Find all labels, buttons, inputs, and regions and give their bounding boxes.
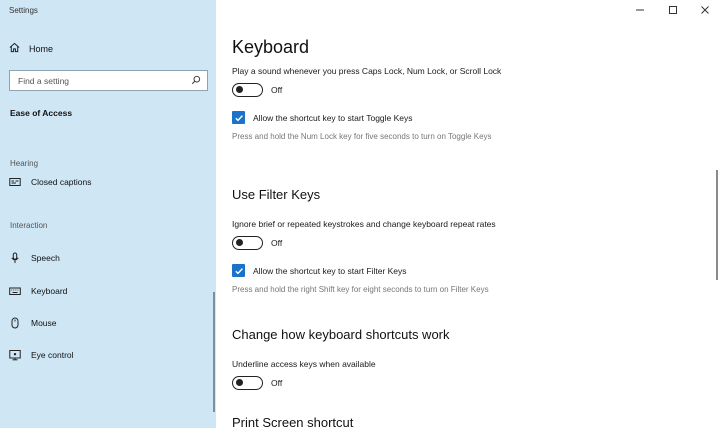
search-input[interactable]: Find a setting [9,70,208,91]
sidebar: Settings Home Find a setting Ease of Acc… [0,0,216,428]
section-title: Ease of Access [10,108,73,118]
checkmark-icon [234,114,243,121]
toggle-knob [236,239,243,247]
filter-keys-description: Ignore brief or repeated keystrokes and … [232,219,496,229]
filter-keys-heading: Use Filter Keys [232,187,321,202]
group-label-interaction: Interaction [10,221,48,230]
app-title: Settings [9,6,38,15]
minimize-icon [635,2,645,20]
search-placeholder: Find a setting [18,75,70,86]
toggle-keys-shortcut-checkbox[interactable]: Allow the shortcut key to start Toggle K… [232,111,413,124]
toggle-state-label: Off [271,85,283,95]
close-button[interactable] [698,5,712,17]
sidebar-scrollbar[interactable] [213,292,215,412]
sidebar-item-label: Mouse [31,318,57,328]
checkbox-checked[interactable] [232,111,245,124]
sidebar-item-label: Home [29,43,54,54]
microphone-icon [9,252,21,264]
toggle-keys-toggle[interactable]: Off [232,83,282,97]
checkbox-checked[interactable] [232,264,245,277]
toggle-switch[interactable] [232,236,263,250]
sidebar-item-label: Eye control [31,350,74,360]
toggle-knob [236,379,243,387]
print-screen-heading: Print Screen shortcut [232,415,354,428]
underline-access-keys-toggle[interactable]: Off [232,376,282,390]
sidebar-item-mouse[interactable]: Mouse [9,317,57,329]
toggle-keys-description: Play a sound whenever you press Caps Loc… [232,66,502,76]
close-icon [700,2,710,20]
minimize-button[interactable] [633,5,647,17]
toggle-state-label: Off [271,378,283,388]
toggle-switch[interactable] [232,376,263,390]
sidebar-item-keyboard[interactable]: Keyboard [9,285,67,297]
page-title: Keyboard [232,37,310,57]
maximize-button[interactable] [666,5,680,17]
group-label-hearing: Hearing [10,159,39,168]
toggle-knob [236,86,243,94]
search-icon [191,75,201,87]
checkbox-label: Allow the shortcut key to start Toggle K… [253,112,413,123]
sidebar-item-label: Closed captions [31,177,92,187]
toggle-keys-help-text: Press and hold the Num Lock key for five… [232,132,492,141]
underline-access-keys-description: Underline access keys when available [232,359,376,369]
toggle-switch[interactable] [232,83,263,97]
checkmark-icon [234,267,243,274]
sidebar-item-speech[interactable]: Speech [9,252,60,264]
mouse-icon [9,317,21,329]
sidebar-item-closed-captions[interactable]: Closed captions [9,176,91,188]
shortcuts-heading: Change how keyboard shortcuts work [232,327,450,342]
sidebar-item-eye-control[interactable]: Eye control [9,349,74,361]
eye-control-icon [9,349,21,361]
main-scrollbar[interactable] [716,170,718,280]
keyboard-icon [9,285,21,297]
sidebar-item-label: Speech [31,253,60,263]
sidebar-item-label: Keyboard [31,286,68,296]
home-icon [9,42,20,55]
filter-keys-toggle[interactable]: Off [232,236,282,250]
filter-keys-help-text: Press and hold the right Shift key for e… [232,285,489,294]
checkbox-label: Allow the shortcut key to start Filter K… [253,265,407,276]
closed-captions-icon [9,176,21,188]
maximize-icon [668,2,678,20]
toggle-state-label: Off [271,238,283,248]
filter-keys-shortcut-checkbox[interactable]: Allow the shortcut key to start Filter K… [232,264,407,277]
sidebar-item-home[interactable]: Home [9,42,53,55]
